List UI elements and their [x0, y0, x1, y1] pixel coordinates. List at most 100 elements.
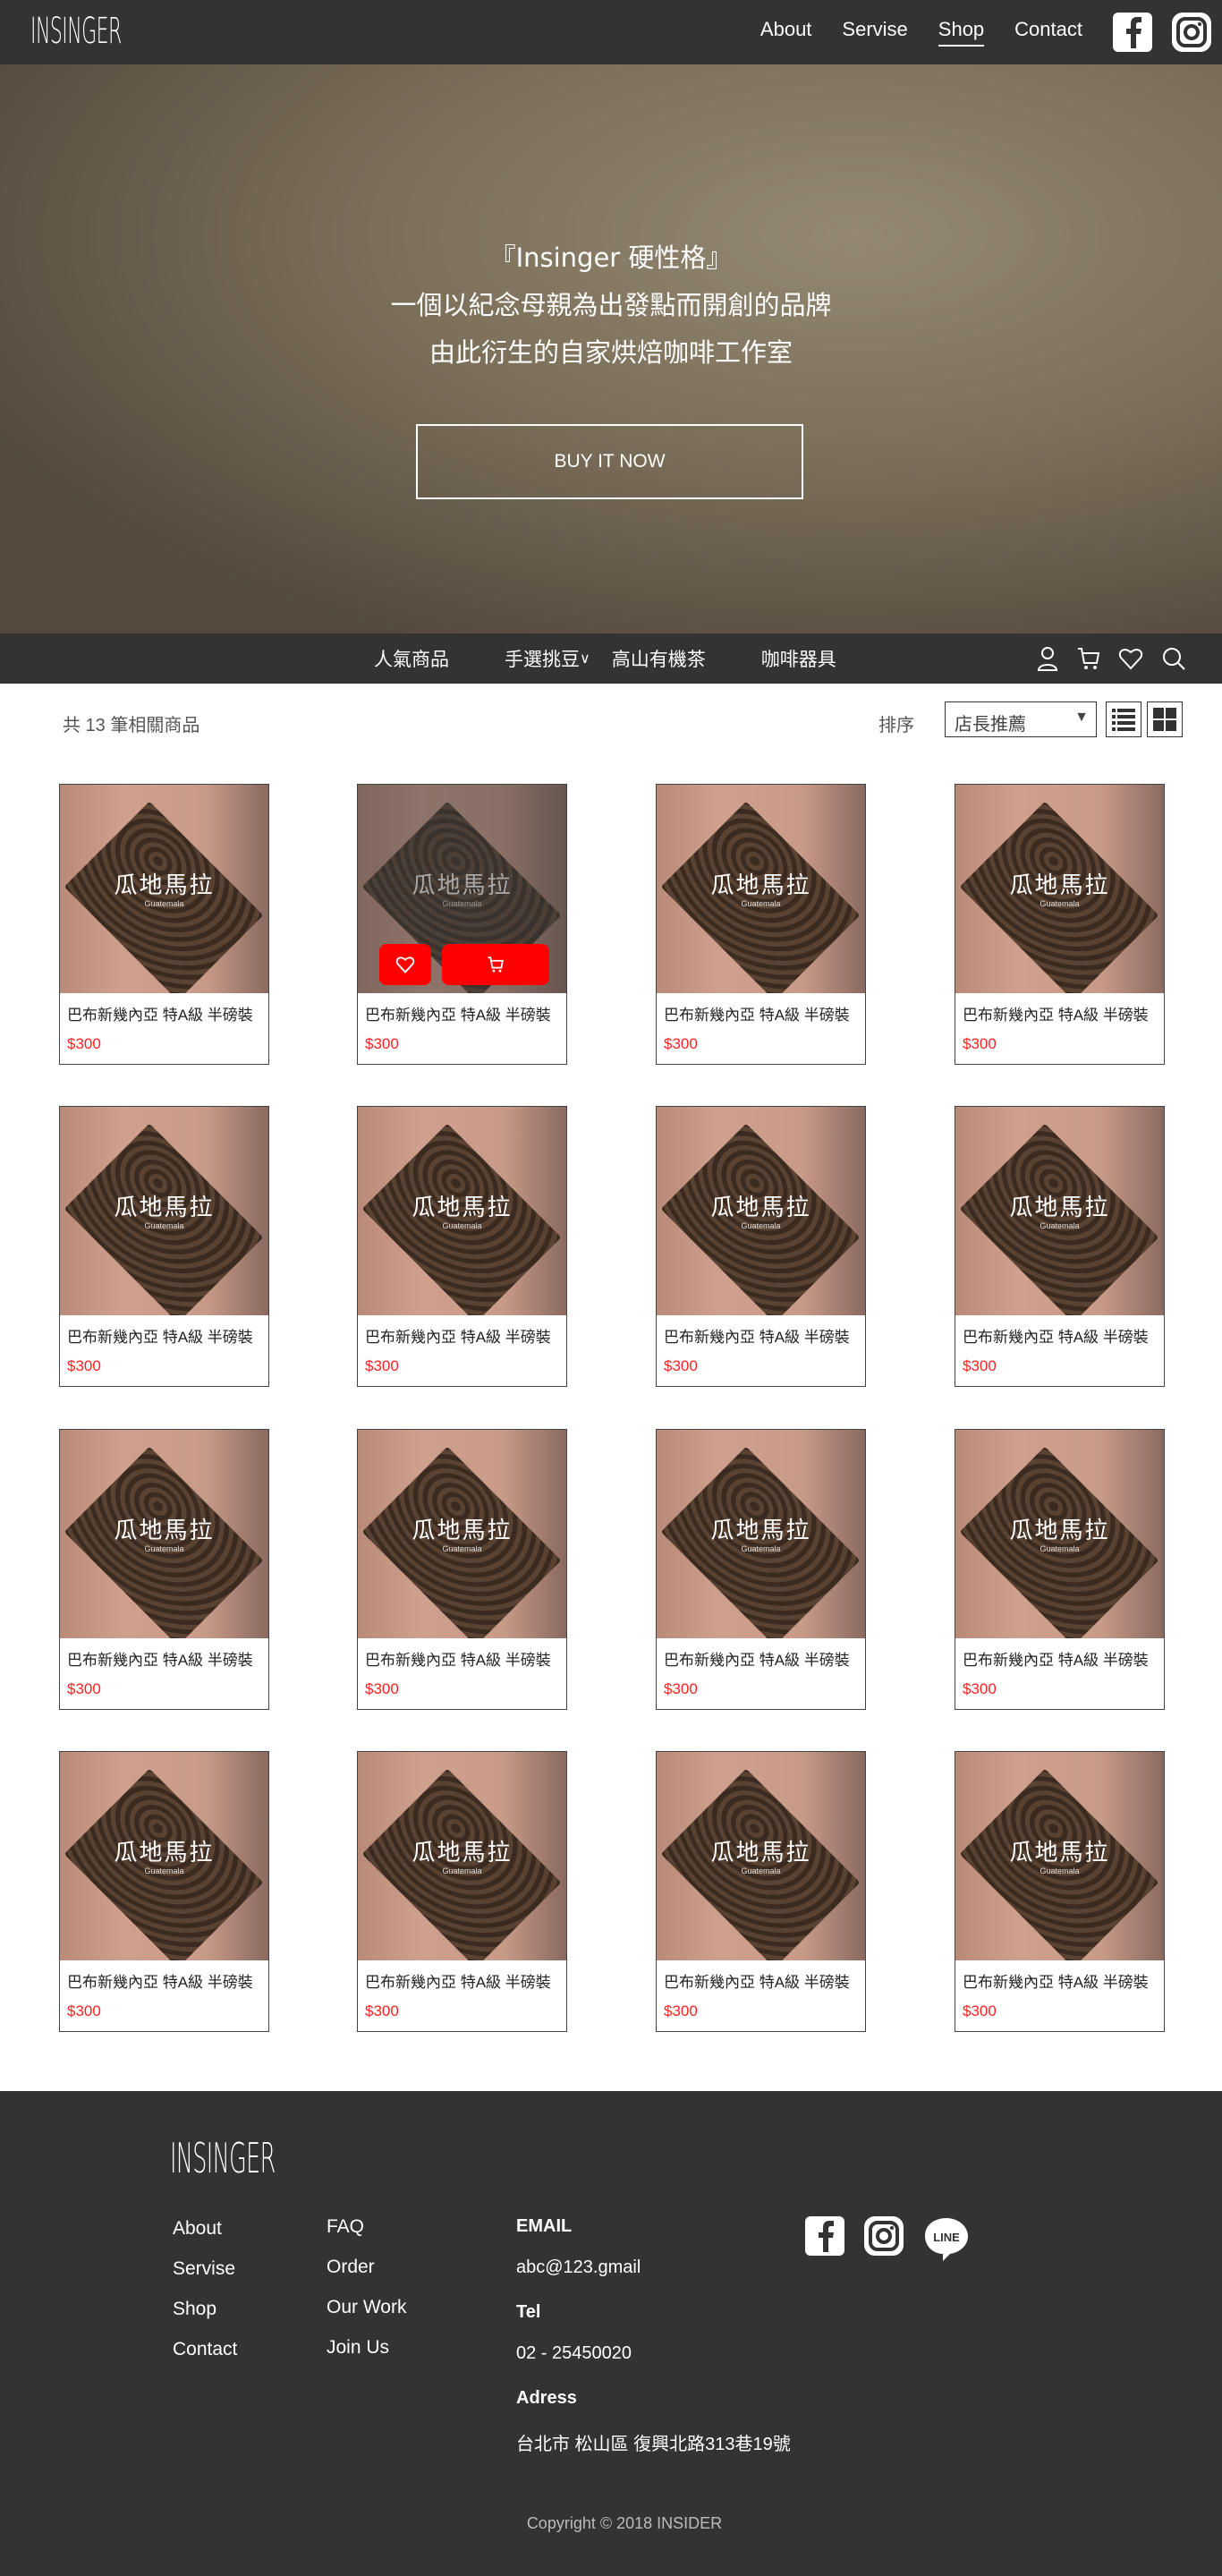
- product-name[interactable]: 巴布新幾內亞 特A級 半磅裝: [664, 1647, 865, 1670]
- line-icon[interactable]: LINE: [923, 2216, 970, 2263]
- cart-icon[interactable]: [1077, 646, 1100, 671]
- product-name[interactable]: 巴布新幾內亞 特A級 半磅裝: [67, 1969, 268, 1992]
- product-name[interactable]: 巴布新幾內亞 特A級 半磅裝: [664, 1324, 865, 1347]
- product-image[interactable]: 瓜地馬拉 Guatemala: [358, 785, 566, 993]
- product-card[interactable]: 瓜地馬拉 Guatemala 巴布新幾內亞 特A級 半磅裝 $300: [955, 1751, 1165, 2032]
- product-image[interactable]: 瓜地馬拉 Guatemala: [657, 1752, 865, 1960]
- facebook-icon[interactable]: [805, 2216, 844, 2256]
- footer-link-contact[interactable]: Contact: [173, 2339, 237, 2379]
- product-price: $300: [67, 1035, 101, 1052]
- result-count: 共 13 筆相關商品: [63, 716, 200, 735]
- product-card[interactable]: 瓜地馬拉 Guatemala 巴布新幾內亞 特A級 半磅裝 $300: [357, 784, 567, 1065]
- product-image[interactable]: 瓜地馬拉 Guatemala: [60, 1107, 268, 1315]
- footer-link-faq[interactable]: FAQ: [327, 2216, 406, 2257]
- category-popular[interactable]: 人氣商品: [374, 645, 449, 672]
- image-title: 瓜地馬拉: [710, 1194, 811, 1221]
- image-subtitle: Guatemala: [144, 1866, 184, 1875]
- buy-now-button[interactable]: BUY IT NOW: [416, 424, 803, 499]
- hero-line-3: 由此衍生的自家烘焙咖啡工作室: [429, 337, 793, 368]
- product-card[interactable]: 瓜地馬拉 Guatemala 巴布新幾內亞 特A級 半磅裝 $300: [955, 1106, 1165, 1387]
- image-title: 瓜地馬拉: [710, 1840, 811, 1866]
- product-image[interactable]: 瓜地馬拉 Guatemala: [955, 1430, 1164, 1638]
- add-to-cart-button[interactable]: [442, 944, 549, 985]
- product-name[interactable]: 巴布新幾內亞 特A級 半磅裝: [963, 1324, 1164, 1347]
- product-name[interactable]: 巴布新幾內亞 特A級 半磅裝: [365, 1647, 566, 1670]
- product-price: $300: [67, 1357, 101, 1374]
- image-title: 瓜地馬拉: [114, 1194, 215, 1221]
- footer-logo[interactable]: INSINGER: [170, 2134, 276, 2182]
- product-image[interactable]: 瓜地馬拉 Guatemala: [60, 1430, 268, 1638]
- footer-link-order[interactable]: Order: [327, 2257, 406, 2297]
- cart-icon: [488, 956, 504, 973]
- instagram-icon[interactable]: [864, 2216, 904, 2256]
- product-card[interactable]: 瓜地馬拉 Guatemala 巴布新幾內亞 特A級 半磅裝 $300: [59, 1106, 269, 1387]
- image-title: 瓜地馬拉: [114, 1518, 215, 1544]
- product-name[interactable]: 巴布新幾內亞 特A級 半磅裝: [664, 1969, 865, 1992]
- category-tea[interactable]: 高山有機茶: [612, 645, 706, 672]
- facebook-icon[interactable]: [1113, 13, 1152, 52]
- nav-servise[interactable]: Servise: [842, 18, 907, 47]
- category-equipment[interactable]: 咖啡器具: [761, 645, 836, 672]
- logo[interactable]: INSINGER: [30, 11, 122, 52]
- product-image[interactable]: 瓜地馬拉 Guatemala: [955, 1752, 1164, 1960]
- footer-link-shop[interactable]: Shop: [173, 2299, 237, 2339]
- product-name[interactable]: 巴布新幾內亞 特A級 半磅裝: [365, 1002, 566, 1024]
- product-card[interactable]: 瓜地馬拉 Guatemala 巴布新幾內亞 特A級 半磅裝 $300: [656, 784, 866, 1065]
- product-card[interactable]: 瓜地馬拉 Guatemala 巴布新幾內亞 特A級 半磅裝 $300: [357, 1106, 567, 1387]
- product-image[interactable]: 瓜地馬拉 Guatemala: [955, 1107, 1164, 1315]
- product-name[interactable]: 巴布新幾內亞 特A級 半磅裝: [664, 1002, 865, 1024]
- add-to-wishlist-button[interactable]: [379, 944, 431, 985]
- product-image[interactable]: 瓜地馬拉 Guatemala: [60, 1752, 268, 1960]
- product-name[interactable]: 巴布新幾內亞 特A級 半磅裝: [67, 1324, 268, 1347]
- product-card[interactable]: 瓜地馬拉 Guatemala 巴布新幾內亞 特A級 半磅裝 $300: [357, 1751, 567, 2032]
- product-image[interactable]: 瓜地馬拉 Guatemala: [657, 1107, 865, 1315]
- product-name[interactable]: 巴布新幾內亞 特A級 半磅裝: [365, 1969, 566, 1992]
- list-view-button[interactable]: [1106, 701, 1141, 737]
- category-beans[interactable]: 手選挑豆: [505, 645, 580, 672]
- product-name[interactable]: 巴布新幾內亞 特A級 半磅裝: [963, 1647, 1164, 1670]
- product-card[interactable]: 瓜地馬拉 Guatemala 巴布新幾內亞 特A級 半磅裝 $300: [656, 1106, 866, 1387]
- product-name[interactable]: 巴布新幾內亞 特A級 半磅裝: [963, 1002, 1164, 1024]
- product-image[interactable]: 瓜地馬拉 Guatemala: [657, 1430, 865, 1638]
- image-title: 瓜地馬拉: [710, 872, 811, 899]
- product-image[interactable]: 瓜地馬拉 Guatemala: [358, 1752, 566, 1960]
- product-image[interactable]: 瓜地馬拉 Guatemala: [358, 1430, 566, 1638]
- product-card[interactable]: 瓜地馬拉 Guatemala 巴布新幾內亞 特A級 半磅裝 $300: [59, 1751, 269, 2032]
- footer-link-join-us[interactable]: Join Us: [327, 2337, 406, 2377]
- product-image[interactable]: 瓜地馬拉 Guatemala: [955, 785, 1164, 993]
- nav-shop[interactable]: Shop: [938, 18, 985, 47]
- product-card[interactable]: 瓜地馬拉 Guatemala 巴布新幾內亞 特A級 半磅裝 $300: [59, 1429, 269, 1710]
- nav-contact[interactable]: Contact: [1014, 18, 1082, 47]
- footer-link-servise[interactable]: Servise: [173, 2258, 237, 2299]
- footer-link-our-work[interactable]: Our Work: [327, 2297, 406, 2337]
- product-card[interactable]: 瓜地馬拉 Guatemala 巴布新幾內亞 特A級 半磅裝 $300: [955, 784, 1165, 1065]
- product-name[interactable]: 巴布新幾內亞 特A級 半磅裝: [963, 1969, 1164, 1992]
- chevron-down-icon[interactable]: ∨: [580, 650, 590, 667]
- instagram-icon[interactable]: [1172, 13, 1211, 52]
- product-image[interactable]: 瓜地馬拉 Guatemala: [657, 785, 865, 993]
- tel-value: 02 - 25450020: [516, 2343, 632, 2363]
- image-title: 瓜地馬拉: [1009, 872, 1110, 899]
- product-name[interactable]: 巴布新幾內亞 特A級 半磅裝: [67, 1647, 268, 1670]
- product-name[interactable]: 巴布新幾內亞 特A級 半磅裝: [67, 1002, 268, 1024]
- search-icon[interactable]: [1161, 646, 1186, 671]
- product-price: $300: [963, 1680, 997, 1697]
- product-card[interactable]: 瓜地馬拉 Guatemala 巴布新幾內亞 特A級 半磅裝 $300: [656, 1429, 866, 1710]
- product-image[interactable]: 瓜地馬拉 Guatemala: [60, 785, 268, 993]
- category-nav: 人氣商品 手選挑豆 ∨ 高山有機茶 咖啡器具: [0, 633, 1222, 684]
- user-icon[interactable]: [1036, 646, 1059, 671]
- product-image[interactable]: 瓜地馬拉 Guatemala: [358, 1107, 566, 1315]
- sort-select[interactable]: 店長推薦 ▼: [945, 701, 1097, 737]
- grid-view-button[interactable]: [1147, 701, 1183, 737]
- product-card[interactable]: 瓜地馬拉 Guatemala 巴布新幾內亞 特A級 半磅裝 $300: [955, 1429, 1165, 1710]
- product-price: $300: [664, 1357, 698, 1374]
- product-price: $300: [963, 1035, 997, 1052]
- product-card[interactable]: 瓜地馬拉 Guatemala 巴布新幾內亞 特A級 半磅裝 $300: [357, 1429, 567, 1710]
- heart-icon[interactable]: [1118, 646, 1143, 671]
- product-card[interactable]: 瓜地馬拉 Guatemala 巴布新幾內亞 特A級 半磅裝 $300: [656, 1751, 866, 2032]
- main-nav: About Servise Shop Contact: [760, 0, 1222, 64]
- footer-link-about[interactable]: About: [173, 2218, 237, 2258]
- product-name[interactable]: 巴布新幾內亞 特A級 半磅裝: [365, 1324, 566, 1347]
- nav-about[interactable]: About: [760, 18, 812, 47]
- product-card[interactable]: 瓜地馬拉 Guatemala 巴布新幾內亞 特A級 半磅裝 $300: [59, 784, 269, 1065]
